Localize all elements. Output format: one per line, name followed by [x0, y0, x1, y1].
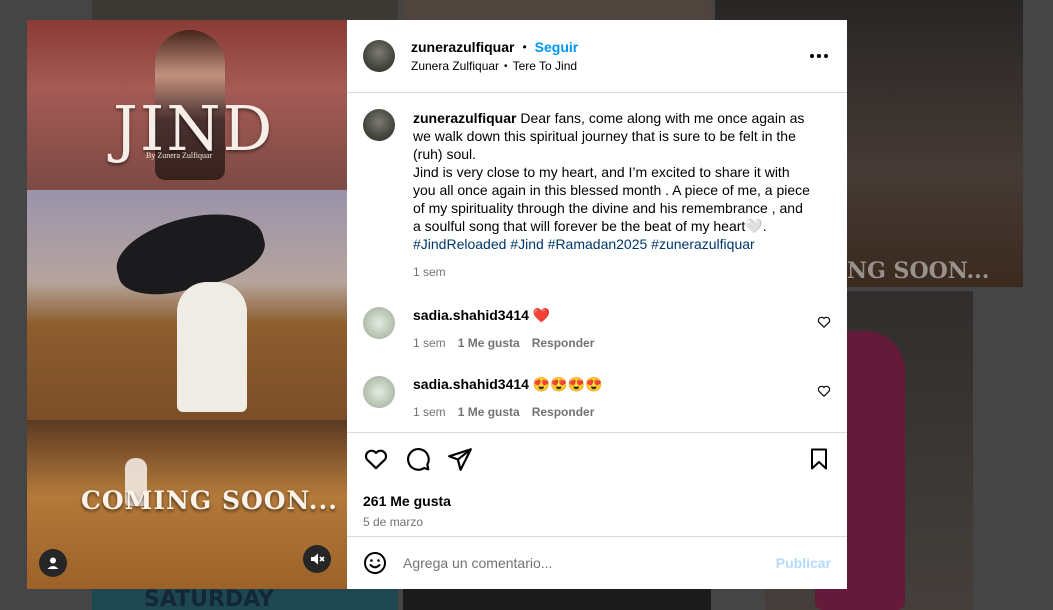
- comments-list[interactable]: zunerazulfiquar Dear fans, come along wi…: [347, 93, 847, 432]
- post-actions: 261 Me gusta 5 de marzo: [347, 432, 847, 536]
- comment-avatar[interactable]: [363, 376, 395, 408]
- audio-artist[interactable]: Zunera Zulfiquar: [411, 59, 499, 73]
- comment-input[interactable]: [403, 555, 760, 571]
- author-info: zunerazulfiquar • Seguir Zunera Zulfiqua…: [411, 39, 578, 73]
- comment-item: sadia.shahid3414 😍😍😍😍 1 sem 1 Me gusta R…: [363, 376, 831, 419]
- comment-reply-button[interactable]: Responder: [532, 405, 595, 419]
- caption-block: zunerazulfiquar Dear fans, come along wi…: [413, 109, 813, 281]
- comment-item: sadia.shahid3414 ❤️ 1 sem 1 Me gusta Res…: [363, 307, 831, 350]
- audio-track[interactable]: Tere To Jind: [513, 59, 577, 73]
- background-tile-5[interactable]: SATURDAY: [92, 589, 398, 610]
- media-banner: COMING SOON...: [81, 486, 338, 515]
- comment-time[interactable]: 1 sem: [413, 405, 446, 419]
- likes-count[interactable]: 261 Me gusta: [363, 493, 831, 509]
- background-tile-6[interactable]: [403, 589, 711, 610]
- more-dot-icon: [817, 54, 821, 58]
- post-modal: JIND By Zunera Zulfiquar COMING SOON... …: [27, 20, 847, 589]
- caption-meta: 1 sem: [413, 263, 813, 281]
- media-subtitle: By Zunera Zulfiquar: [146, 151, 213, 160]
- author-avatar[interactable]: [363, 40, 395, 72]
- comment-likes[interactable]: 1 Me gusta: [458, 405, 520, 419]
- action-icons: [363, 441, 831, 477]
- comment-text: 😍😍😍😍: [532, 376, 603, 392]
- background-tile-2[interactable]: [403, 0, 711, 20]
- mute-button[interactable]: [303, 545, 331, 573]
- comment-body: sadia.shahid3414 ❤️ 1 sem 1 Me gusta Res…: [413, 307, 813, 350]
- user-icon: [47, 557, 59, 569]
- media-figure-dress: [177, 282, 247, 412]
- caption-avatar[interactable]: [363, 109, 395, 141]
- background-tile-5-text: SATURDAY: [144, 589, 275, 610]
- comment-likes[interactable]: 1 Me gusta: [458, 336, 520, 350]
- caption-username[interactable]: zunerazulfiquar: [413, 110, 516, 126]
- post-date[interactable]: 5 de marzo: [363, 515, 831, 529]
- emoji-icon[interactable]: [363, 551, 387, 575]
- muted-speaker-icon: [311, 553, 325, 565]
- caption-row: zunerazulfiquar Dear fans, come along wi…: [363, 109, 831, 281]
- audio-separator-dot: •: [504, 60, 508, 72]
- background-tile-1[interactable]: [92, 0, 398, 20]
- more-dot-icon: [824, 54, 828, 58]
- comment-composer: Publicar: [347, 536, 847, 589]
- caption-hashtags[interactable]: #JindReloaded #Jind #Ramadan2025 #zunera…: [413, 235, 813, 253]
- follow-button[interactable]: Seguir: [535, 39, 579, 55]
- share-send-icon[interactable]: [447, 446, 473, 472]
- comment-username[interactable]: sadia.shahid3414: [413, 376, 529, 392]
- more-options-button[interactable]: [809, 46, 829, 66]
- background-tile-3-text: NG SOON...: [847, 258, 990, 284]
- comment-bubble-icon[interactable]: [405, 446, 431, 472]
- comment-username[interactable]: sadia.shahid3414: [413, 307, 529, 323]
- caption-time[interactable]: 1 sem: [413, 263, 446, 281]
- author-username[interactable]: zunerazulfiquar: [411, 39, 514, 55]
- publish-button[interactable]: Publicar: [776, 555, 831, 571]
- comment-like-heart-icon[interactable]: [817, 384, 831, 398]
- comment-time[interactable]: 1 sem: [413, 336, 446, 350]
- save-bookmark-icon[interactable]: [807, 447, 831, 471]
- post-header: zunerazulfiquar • Seguir Zunera Zulfiqua…: [347, 20, 847, 93]
- comment-like-heart-icon[interactable]: [817, 315, 831, 329]
- comment-text: ❤️: [532, 307, 551, 323]
- post-details-panel: zunerazulfiquar • Seguir Zunera Zulfiqua…: [347, 20, 847, 589]
- separator-dot: •: [522, 40, 527, 54]
- author-line: zunerazulfiquar • Seguir: [411, 39, 578, 55]
- comment-avatar[interactable]: [363, 307, 395, 339]
- comment-meta: 1 sem 1 Me gusta Responder: [413, 336, 813, 350]
- post-media[interactable]: JIND By Zunera Zulfiquar COMING SOON...: [27, 20, 347, 589]
- like-heart-icon[interactable]: [363, 446, 389, 472]
- comment-body: sadia.shahid3414 😍😍😍😍 1 sem 1 Me gusta R…: [413, 376, 813, 419]
- comment-reply-button[interactable]: Responder: [532, 336, 595, 350]
- comment-meta: 1 sem 1 Me gusta Responder: [413, 405, 813, 419]
- more-dot-icon: [810, 54, 814, 58]
- caption-text-2: Jind is very close to my heart, and I’m …: [413, 164, 810, 234]
- tagged-users-button[interactable]: [39, 549, 67, 577]
- audio-line: Zunera Zulfiquar • Tere To Jind: [411, 59, 578, 73]
